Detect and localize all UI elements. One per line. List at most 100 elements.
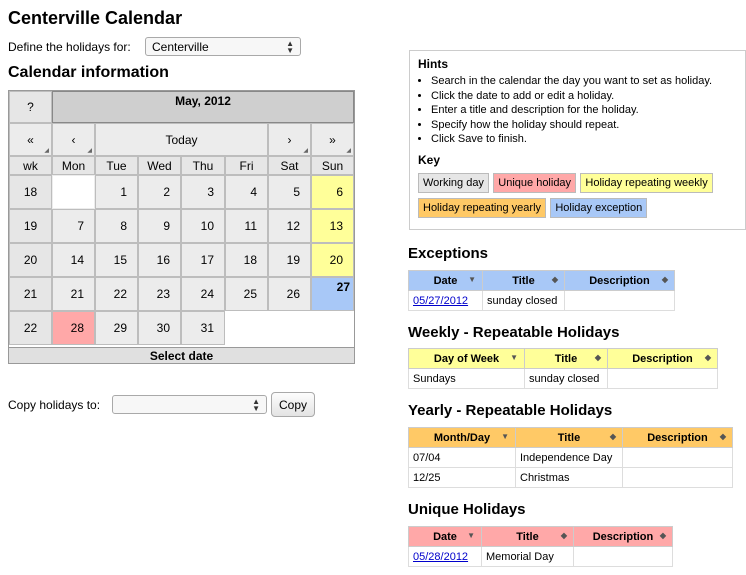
- column-header-label: Date: [433, 274, 458, 287]
- sort-icon: ◆: [661, 275, 668, 284]
- day-cell[interactable]: 12: [268, 209, 311, 243]
- day-cell[interactable]: 16: [138, 243, 181, 277]
- column-header-label: Description: [632, 352, 693, 365]
- day-cell[interactable]: 4: [225, 175, 268, 209]
- description-cell: [622, 447, 733, 468]
- column-header-label: Day of Week: [433, 352, 500, 365]
- column-header[interactable]: Title ◆: [524, 348, 608, 369]
- day-cell[interactable]: 26: [268, 277, 311, 311]
- day-cell[interactable]: 23: [138, 277, 181, 311]
- description-cell: [573, 546, 673, 567]
- calendar-widget: ? May, 2012 «◢ ‹ ◢ Today › ◢ » ◢ wk Mon Tue…: [8, 90, 355, 364]
- empty-day-cell: [52, 175, 95, 209]
- table-row: 05/27/2012 sunday closed: [408, 290, 675, 311]
- date-link[interactable]: 05/28/2012: [413, 551, 468, 563]
- branch-select[interactable]: Centerville ▲ ▼: [145, 37, 301, 56]
- day-cell[interactable]: 7: [52, 209, 95, 243]
- day-cell[interactable]: 2: [138, 175, 181, 209]
- day-cell-weekly-holiday[interactable]: 13: [311, 209, 354, 243]
- column-header[interactable]: Day of Week ▼: [408, 348, 525, 369]
- column-header-label: Description: [589, 274, 650, 287]
- key-legend: Working day Unique holiday Holiday repea…: [418, 172, 737, 223]
- date-cell: 05/27/2012: [408, 290, 483, 311]
- sort-desc-icon: ▼: [467, 531, 475, 540]
- sort-desc-icon: ▼: [501, 432, 509, 441]
- day-cell-weekly-holiday[interactable]: 6: [311, 175, 354, 209]
- column-header-label: Month/Day: [433, 431, 491, 444]
- dropdown-corner-icon: ◢: [346, 148, 351, 154]
- key-yearly-holiday: Holiday repeating yearly: [418, 197, 547, 218]
- description-cell: [607, 368, 718, 389]
- next-month-button[interactable]: › ◢: [268, 123, 311, 156]
- column-header[interactable]: Month/Day ▼: [408, 427, 516, 448]
- calendar-information-title: Calendar information: [8, 64, 169, 81]
- day-cell[interactable]: 3: [181, 175, 225, 209]
- date-link[interactable]: 05/27/2012: [413, 295, 468, 307]
- day-cell[interactable]: 14: [52, 243, 95, 277]
- hints-list: Search in the calendar the day you want …: [418, 74, 737, 147]
- day-cell[interactable]: 1: [95, 175, 138, 209]
- key-weekly-holiday: Holiday repeating weekly: [580, 172, 713, 193]
- column-header[interactable]: Title ◆: [481, 526, 574, 547]
- today-button[interactable]: Today: [95, 123, 268, 156]
- column-header[interactable]: Description ◆: [607, 348, 718, 369]
- day-cell-weekly-holiday[interactable]: 20: [311, 243, 354, 277]
- week-number: 21: [9, 277, 52, 311]
- date-cell: 05/28/2012: [408, 546, 482, 567]
- month-day-cell: 07/04: [408, 447, 516, 468]
- key-holiday-exception: Holiday exception: [550, 197, 648, 218]
- day-cell[interactable]: 8: [95, 209, 138, 243]
- column-header[interactable]: Description ◆: [573, 526, 673, 547]
- column-header-label: Title: [557, 431, 581, 444]
- calendar-month-title: May, 2012: [52, 91, 354, 123]
- page-title: Centerville Calendar: [8, 8, 183, 28]
- yearly-table: Month/Day ▼ Title ◆ Description ◆ 07/04 Ind…: [408, 427, 733, 488]
- day-cell-exception[interactable]: 27: [311, 277, 354, 311]
- day-cell[interactable]: 9: [138, 209, 181, 243]
- description-cell: [622, 467, 733, 488]
- copy-button[interactable]: Copy: [271, 392, 315, 417]
- hint-item: Click the date to add or edit a holiday.: [431, 89, 737, 104]
- hints-panel: Hints Search in the calendar the day you…: [409, 50, 746, 230]
- column-header[interactable]: Title ◆: [515, 427, 623, 448]
- day-cell[interactable]: 15: [95, 243, 138, 277]
- prev-year-label: «: [27, 132, 34, 147]
- day-cell[interactable]: 18: [225, 243, 268, 277]
- day-cell-unique-holiday[interactable]: 28: [52, 311, 95, 345]
- exceptions-title: Exceptions: [408, 245, 489, 262]
- day-cell[interactable]: 22: [95, 277, 138, 311]
- prev-month-button[interactable]: ‹ ◢: [52, 123, 95, 156]
- column-header[interactable]: Description ◆: [622, 427, 733, 448]
- prev-year-button[interactable]: «◢: [9, 123, 52, 156]
- day-cell[interactable]: 17: [181, 243, 225, 277]
- copy-holidays-select[interactable]: ▲ ▼: [112, 395, 267, 414]
- dropdown-corner-icon: ◢: [303, 148, 308, 154]
- day-cell[interactable]: 21: [52, 277, 95, 311]
- day-cell[interactable]: 29: [95, 311, 138, 345]
- column-header[interactable]: Title ◆: [482, 270, 565, 291]
- month-day-cell: 12/25: [408, 467, 516, 488]
- day-cell[interactable]: 30: [138, 311, 181, 345]
- title-cell: sunday closed: [524, 368, 608, 389]
- column-header-label: Description: [647, 431, 708, 444]
- prev-month-label: ‹: [71, 132, 76, 147]
- day-cell[interactable]: 11: [225, 209, 268, 243]
- column-header[interactable]: Date ▼: [408, 270, 483, 291]
- day-cell[interactable]: 31: [181, 311, 225, 345]
- title-cell: sunday closed: [482, 290, 565, 311]
- weekday-header: Sun: [311, 156, 354, 175]
- calendar-help-button[interactable]: ?: [9, 91, 52, 123]
- next-year-label: »: [329, 132, 336, 147]
- week-number: 18: [9, 175, 52, 209]
- week-number: 20: [9, 243, 52, 277]
- day-cell[interactable]: 19: [268, 243, 311, 277]
- weekday-header: wk: [9, 156, 52, 175]
- day-cell[interactable]: 25: [225, 277, 268, 311]
- column-header[interactable]: Date ▼: [408, 526, 482, 547]
- day-cell[interactable]: 5: [268, 175, 311, 209]
- column-header[interactable]: Description ◆: [564, 270, 675, 291]
- unique-table: Date ▼ Title ◆ Description ◆ 05/28/2012 Mem…: [408, 526, 673, 567]
- day-cell[interactable]: 24: [181, 277, 225, 311]
- day-cell[interactable]: 10: [181, 209, 225, 243]
- next-year-button[interactable]: » ◢: [311, 123, 354, 156]
